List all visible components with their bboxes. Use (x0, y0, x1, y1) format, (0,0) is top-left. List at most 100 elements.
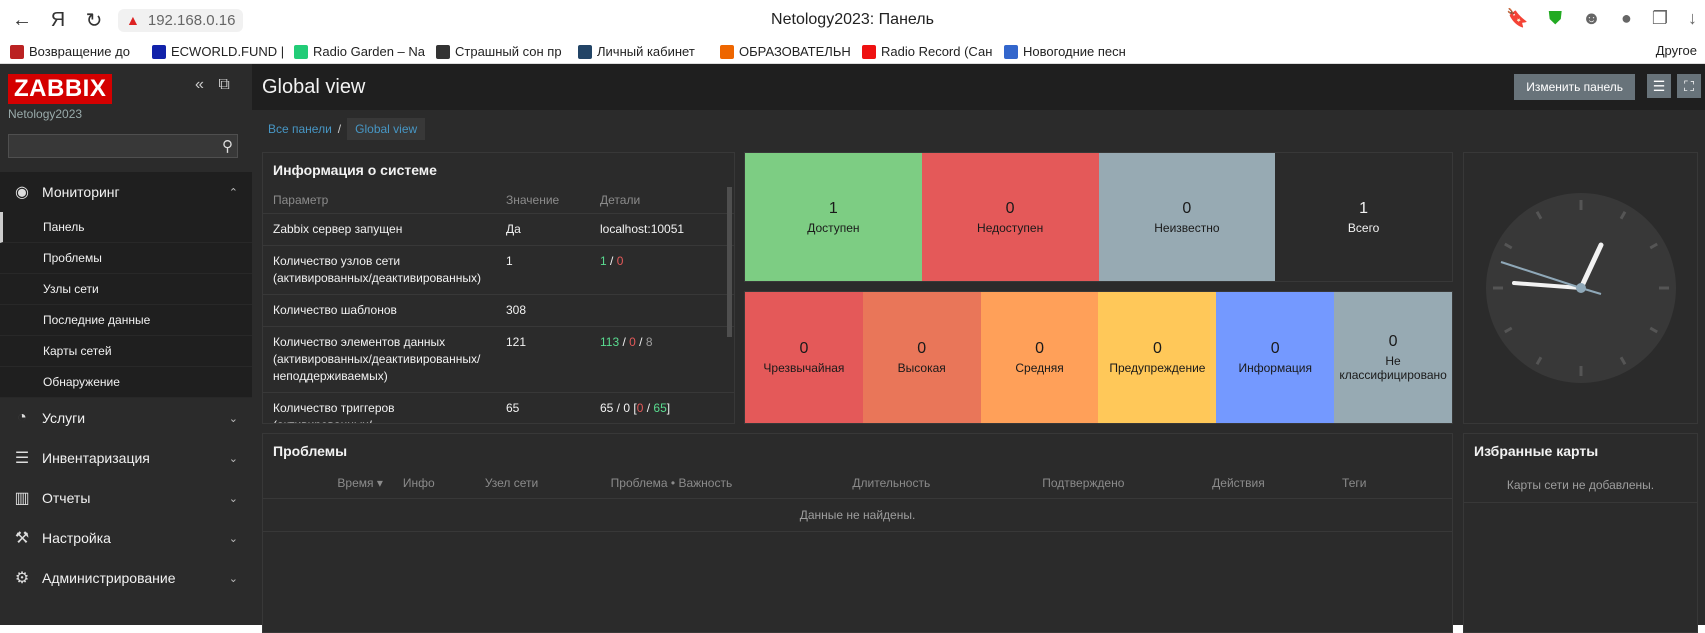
download-icon[interactable]: ↓ (1688, 8, 1697, 29)
bookmark-item[interactable]: Возвращение до (10, 44, 152, 59)
bookmark-label: Новогодние песн (1023, 44, 1126, 59)
page-header: Global view Изменить панель ☰ ⛶ (252, 64, 1705, 110)
yandex-icon[interactable]: Я (44, 9, 72, 32)
severity-count: 0 (1388, 333, 1398, 350)
column-header: Действия (1212, 468, 1343, 499)
gear-icon: ⚙ (14, 570, 30, 587)
availability-count: 1 (828, 199, 838, 217)
availability-cell[interactable]: 1 Всего (1275, 153, 1452, 281)
bookmark-item[interactable]: Radio Record (Сан (862, 44, 1004, 59)
bookmark-item[interactable]: Страшный сон пр (436, 44, 578, 59)
zabbix-logo[interactable]: ZABBIX (8, 74, 113, 104)
submenu-item[interactable]: Последние данные (0, 305, 252, 336)
table-row: Количество элементов данных (активирован… (263, 326, 734, 393)
severity-cell[interactable]: 0 Не классифицировано (1334, 292, 1452, 423)
bookmark-item[interactable]: ОБРАЗОВАТЕЛЬН (720, 44, 862, 59)
collapse-icon[interactable]: « (195, 76, 204, 93)
bookmark-item[interactable]: Radio Garden – Na (294, 44, 436, 59)
search-icon[interactable]: ⚲ (222, 137, 233, 155)
availability-cell[interactable]: 0 Недоступен (921, 153, 1099, 281)
column-header: Проблема • Важность (610, 468, 853, 499)
menu-label: Мониторинг (42, 184, 120, 200)
scrollbar[interactable] (727, 187, 732, 337)
details-cell: 65 / 0 [0 / 65] (590, 392, 734, 423)
bookmark-icon[interactable]: 🔖 (1506, 8, 1528, 29)
host-availability-widget: 1 Доступен 0 Недоступен 0 Неизвестно 1 Всего (744, 152, 1453, 282)
reload-icon[interactable]: ↻ (80, 8, 108, 33)
bookmark-favicon (578, 44, 592, 59)
menu-clock[interactable]: ◔ Услуги ⌄ (0, 398, 252, 438)
submenu-item[interactable]: Узлы сети (0, 274, 252, 305)
wrench-icon: ⚒ (14, 530, 30, 547)
chevron-icon: ⌄ (228, 532, 238, 545)
param-cell: Количество триггеров (активированных/ (263, 392, 496, 423)
availability-cell[interactable]: 0 Неизвестно (1098, 153, 1276, 281)
details-disabled: 0 (629, 335, 636, 349)
problems-table: Время ▾ Инфо Узел сети Проблема • Важность Д… (263, 468, 1452, 532)
problems-widget: Проблемы Время ▾ Инфо Узел сети Проблема • … (262, 433, 1453, 633)
menu-icon[interactable]: ☰ (1647, 74, 1671, 98)
availability-cell[interactable]: 1 Доступен (745, 153, 922, 281)
severity-label: Не классифицировано (1339, 354, 1447, 382)
column-header: Значение (506, 193, 560, 207)
collections-icon[interactable]: ❐ (1652, 8, 1668, 29)
sidebar: ZABBIX « ⧉ Netology2023 ⚲ ◉ Мониторинг ⌃ Па… (0, 64, 252, 625)
menu-eye[interactable]: ◉ Мониторинг ⌃ (0, 172, 252, 212)
availability-label: Всего (1347, 220, 1380, 235)
details-separator: / (643, 401, 654, 415)
bookmark-favicon (720, 44, 734, 59)
details-separator: / (635, 335, 646, 349)
breadcrumb-all-dashboards[interactable]: Все панели (268, 122, 332, 136)
bookmark-label: Личный кабинет (597, 44, 695, 59)
availability-count: 1 (1359, 199, 1369, 217)
zabbix-app: ZABBIX « ⧉ Netology2023 ⚲ ◉ Мониторинг ⌃ Па… (0, 64, 1705, 633)
fullscreen-icon[interactable]: ⛶ (1677, 74, 1701, 98)
address-bar[interactable]: ▲ 192.168.0.16 (118, 8, 244, 32)
severity-count: 0 (1035, 340, 1045, 357)
severity-count: 0 (799, 340, 809, 357)
details-cell: 1 / 0 (590, 245, 734, 295)
shield-icon[interactable]: ⛊ (1549, 8, 1563, 29)
back-icon[interactable]: ← (8, 9, 36, 32)
clock-widget (1463, 152, 1698, 424)
column-header: Детали (600, 193, 641, 207)
severity-cell[interactable]: 0 Высокая (862, 292, 981, 423)
menu-gear[interactable]: ⚙ Администрирование ⌄ (0, 558, 252, 598)
edit-dashboard-button[interactable]: Изменить панель (1514, 74, 1635, 100)
bookmark-item[interactable]: ECWORLD.FUND | (152, 44, 294, 59)
bookmarks-other[interactable]: Другое (1656, 43, 1697, 58)
problems-by-severity-widget: 0 Чрезвычайная 0 Высокая 0 Средняя 0 Предупрежд… (744, 291, 1453, 424)
menu-list[interactable]: ☰ Инвентаризация ⌄ (0, 438, 252, 478)
severity-cell[interactable]: 0 Чрезвычайная (745, 292, 863, 423)
autohide-icon[interactable]: ⧉ (218, 76, 229, 93)
search-input[interactable]: ⚲ (8, 134, 238, 158)
value-cell: 121 (496, 326, 590, 393)
severity-cell[interactable]: 0 Предупреждение (1098, 292, 1217, 423)
submenu-item[interactable]: Проблемы (0, 243, 252, 274)
details-disabled: 0 (616, 254, 624, 268)
dots-icon[interactable]: ● (1621, 8, 1632, 29)
submenu-item[interactable]: Карты сетей (0, 336, 252, 367)
column-header[interactable]: Время ▾ (263, 468, 403, 499)
menu-bar-chart[interactable]: ▥ Отчеты ⌄ (0, 478, 252, 518)
menu-label: Отчеты (42, 490, 91, 506)
severity-cell[interactable]: 0 Средняя (980, 292, 1099, 423)
bar-chart-icon: ▥ (14, 490, 30, 507)
availability-label: Доступен (807, 220, 860, 235)
severity-label: Средняя (1015, 361, 1064, 375)
table-row: Количество шаблонов 308 (263, 294, 734, 327)
submenu-item[interactable]: Панель (0, 212, 252, 243)
severity-cell[interactable]: 0 Информация (1216, 292, 1335, 423)
severity-count: 0 (1270, 340, 1280, 357)
extension-icon[interactable]: ☻ (1582, 8, 1601, 29)
details-separator: / (619, 335, 630, 349)
menu-wrench[interactable]: ⚒ Настройка ⌄ (0, 518, 252, 558)
bookmark-item[interactable]: Новогодние песн (1004, 44, 1146, 59)
submenu-item[interactable]: Обнаружение (0, 367, 252, 398)
extensions-bar: 🔖 ⛊ ☻ ● ❐ ↓ (1506, 8, 1697, 29)
menu-label: Инвентаризация (42, 450, 150, 466)
breadcrumb-current[interactable]: Global view (347, 118, 426, 140)
favorite-maps-widget: Избранные карты Карты сети не добавлены. (1463, 433, 1698, 633)
column-header: Подтверждено (1042, 468, 1213, 499)
bookmark-item[interactable]: Личный кабинет (578, 44, 720, 59)
